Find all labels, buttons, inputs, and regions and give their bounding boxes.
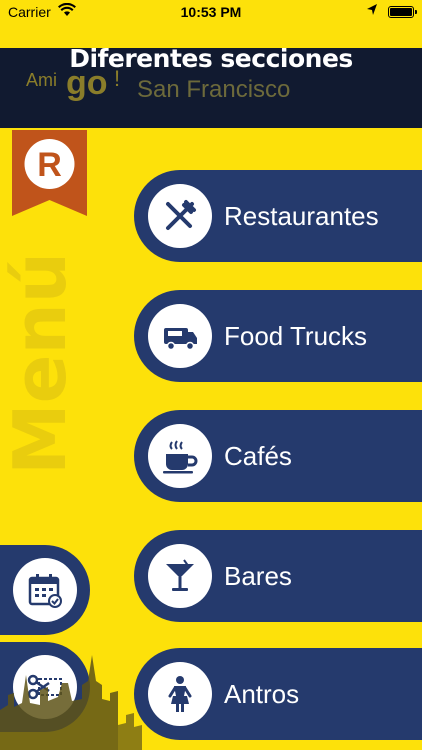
- clock-time: 10:53 PM: [180, 4, 242, 20]
- calendar-icon: [13, 558, 77, 622]
- category-label: Restaurantes: [224, 201, 379, 231]
- category-label: Food Trucks: [224, 321, 368, 351]
- coffee-cup-icon: [148, 424, 212, 488]
- category-button-restaurantes[interactable]: Restaurantes: [134, 170, 422, 262]
- category-button-cafes[interactable]: Cafés: [134, 410, 422, 502]
- fork-knife-icon: [148, 184, 212, 248]
- calendar-tab-button[interactable]: [0, 545, 90, 635]
- category-label: Bares: [224, 561, 292, 591]
- battery-icon: [388, 6, 417, 18]
- city-skyline-decoration: [0, 655, 142, 750]
- cocktail-glass-icon: [148, 544, 212, 608]
- category-label: Cafés: [224, 441, 292, 471]
- status-bar: Carrier 10:53 PM: [0, 0, 422, 25]
- menu-vertical-title: Menú: [0, 252, 82, 475]
- location-arrow-icon: [366, 3, 378, 20]
- ribbon-shape: R: [12, 130, 87, 216]
- logo-text-ami: Ami: [26, 70, 57, 90]
- category-button-food-trucks[interactable]: Food Trucks: [134, 290, 422, 382]
- category-button-bares[interactable]: Bares: [134, 530, 422, 622]
- restaurant-badge-ribbon[interactable]: R: [12, 130, 87, 216]
- food-truck-icon: [148, 304, 212, 368]
- screenshot-caption: Diferentes secciones: [69, 44, 353, 73]
- logo-city-name: San Francisco: [137, 76, 291, 103]
- ribbon-letter: R: [37, 146, 62, 184]
